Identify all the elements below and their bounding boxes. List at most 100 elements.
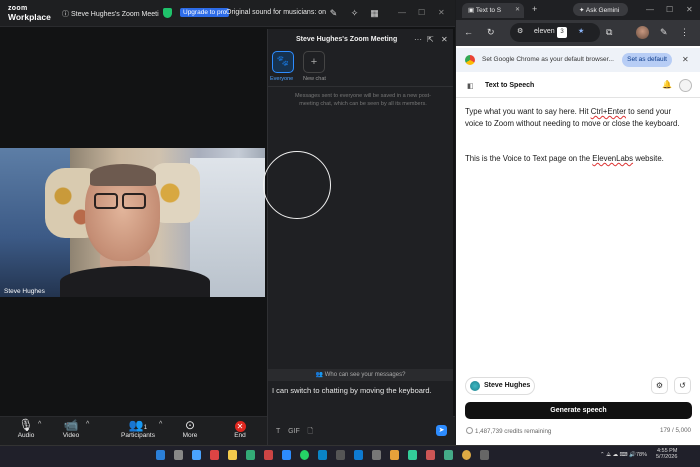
close-icon[interactable]: ✕ [438, 8, 445, 17]
chat-title: Steve Hughes's Zoom Meeting [296, 36, 398, 43]
send-button[interactable]: ➤ [436, 425, 447, 436]
popout-icon[interactable]: ⇱ [427, 35, 434, 44]
reload-icon[interactable]: ↻ [487, 27, 495, 38]
set-default-button[interactable]: Set as default [622, 53, 672, 67]
video-shirt [60, 266, 210, 297]
original-sound-label[interactable]: Original sound for musicians: on [226, 9, 326, 16]
maximize-icon[interactable]: ☐ [418, 8, 425, 17]
browser-tab[interactable]: ▣ Text to S ✕ [462, 3, 524, 18]
extension-badge[interactable]: 3 [557, 27, 567, 38]
video-button[interactable]: 📹 Video [53, 419, 89, 440]
who-can-see-link[interactable]: 👥 Who can see your messages? [268, 369, 453, 381]
profile-avatar[interactable] [636, 26, 649, 39]
everyone-label: Everyone [270, 76, 294, 82]
site-settings-icon[interactable]: ⚙ [517, 27, 523, 35]
chat-more-icon[interactable]: ··· [414, 35, 422, 44]
video-tile[interactable] [0, 148, 265, 297]
para2-text-a: This is the Voice to Text page on the [465, 154, 593, 163]
start-icon[interactable] [156, 450, 165, 460]
search-icon[interactable] [174, 450, 183, 460]
tts-paragraph-1[interactable]: Type what you want to say here. Hit Ctrl… [465, 106, 687, 130]
end-icon: ✕ [234, 421, 246, 432]
taskbar-app-icon[interactable] [480, 450, 489, 460]
windows-taskbar [0, 445, 700, 467]
browser-minimize-icon[interactable]: — [646, 5, 654, 14]
pencil-edit-icon[interactable]: ✎ [660, 27, 668, 38]
generate-speech-button[interactable]: Generate speech [465, 402, 692, 419]
text-format-icon[interactable]: T [276, 428, 280, 435]
video-chevron-icon[interactable]: ^ [86, 421, 89, 428]
chat-close-icon[interactable]: ✕ [441, 35, 448, 44]
taskbar-app-icon[interactable] [372, 450, 381, 460]
clock[interactable]: 4:55 PM 5/7/2026 [656, 448, 677, 460]
taskbar-app-icon[interactable] [264, 450, 273, 460]
chat-tools: T GIF 🗋 [276, 427, 313, 438]
address-bar[interactable]: ⚙ eleven 3 ★ [510, 23, 600, 42]
participants-chevron-icon[interactable]: ^ [159, 421, 162, 428]
para2-brand: ElevenLabs [592, 154, 634, 163]
browser-maximize-icon[interactable]: ☐ [666, 5, 673, 14]
sparkle-icon[interactable]: ✧ [349, 8, 360, 19]
edge-icon[interactable] [318, 450, 327, 460]
pencil-icon[interactable]: ✎ [328, 8, 339, 19]
file-icon[interactable]: 🗋 [308, 428, 314, 435]
folder-icon[interactable] [228, 450, 237, 460]
new-tab-icon[interactable]: + [532, 4, 537, 14]
taskbar-app-icon[interactable] [390, 450, 399, 460]
sidebar-toggle-icon[interactable]: ◧ [467, 82, 474, 90]
chat-notice: Messages sent to everyone will be saved … [294, 93, 432, 107]
zoom-taskbar-icon[interactable] [282, 450, 291, 460]
whatsapp-icon[interactable] [300, 450, 309, 460]
tab-close-icon[interactable]: ✕ [515, 6, 520, 13]
taskbar-app-icon[interactable] [408, 450, 417, 460]
taskbar-app-icon[interactable] [210, 450, 219, 460]
para1-text-a: Type what you want to say here. Hit [465, 107, 591, 116]
banner-close-icon[interactable]: ✕ [682, 55, 689, 64]
end-label: End [234, 432, 246, 439]
end-button[interactable]: ✕ End [222, 419, 258, 439]
new-chat-button[interactable]: + [303, 51, 325, 73]
taskbar-app-icon[interactable] [426, 450, 435, 460]
account-icon[interactable] [679, 79, 692, 92]
tray-icons[interactable]: ⌃ ⟁ ☁ ⌨ 🔊 [600, 452, 636, 459]
audio-chevron-icon[interactable]: ^ [38, 421, 41, 428]
upgrade-button[interactable]: Upgrade to pro [180, 8, 230, 17]
more-button[interactable]: ⊙ More [172, 419, 208, 440]
tts-paragraph-2[interactable]: This is the Voice to Text page on the El… [465, 153, 687, 165]
participants-button[interactable]: 👥1 Participants [118, 419, 158, 440]
meeting-info-tab[interactable]: ⓘ Steve Hughes's Zoom Meeti [62, 9, 159, 19]
taskbar-app-icon[interactable] [444, 450, 453, 460]
header-divider [456, 97, 700, 98]
glasses-left [94, 193, 118, 209]
settings-gear-icon[interactable]: ⚙ [651, 377, 668, 394]
grid-icon[interactable]: ▦ [369, 8, 380, 19]
para2-text-b: website. [633, 154, 664, 163]
taskbar-app-icon[interactable] [246, 450, 255, 460]
battery-indicator[interactable]: 78% [636, 452, 647, 458]
everyone-chat-button[interactable]: 🐾 [272, 51, 294, 73]
tab-title: Text to S [475, 7, 502, 14]
taskbar-app-icon[interactable] [192, 450, 201, 460]
para1-keycombo: Ctrl+Enter [590, 107, 627, 116]
browser-close-icon[interactable]: ✕ [686, 5, 693, 14]
chat-input[interactable]: I can switch to chatting by moving the k… [272, 386, 432, 395]
taskbar-app-icon[interactable] [354, 450, 363, 460]
chrome-logo-icon [465, 55, 475, 65]
extensions-icon[interactable]: ⧉ [606, 27, 612, 38]
bell-icon[interactable]: 🔔 [662, 80, 672, 89]
menu-icon[interactable]: ⋮ [680, 27, 689, 38]
history-icon[interactable]: ↺ [674, 377, 691, 394]
ask-gemini-button[interactable]: ✦ Ask Gemini [573, 3, 628, 16]
chrome-taskbar-icon[interactable] [462, 450, 471, 460]
voice-avatar-icon [470, 381, 480, 391]
minimize-icon[interactable]: — [398, 8, 406, 17]
page-title: Text to Speech [485, 82, 535, 89]
back-icon[interactable]: ← [464, 27, 473, 37]
bookmark-star-icon[interactable]: ★ [578, 27, 584, 35]
participants-label: Participants [121, 432, 155, 439]
banner-text: Set Google Chrome as your default browse… [482, 56, 614, 63]
taskbar-app-icon[interactable] [336, 450, 345, 460]
gif-button[interactable]: GIF [288, 428, 300, 435]
shield-icon[interactable] [163, 8, 172, 18]
participant-name-label: Steve Hughes [4, 288, 45, 295]
